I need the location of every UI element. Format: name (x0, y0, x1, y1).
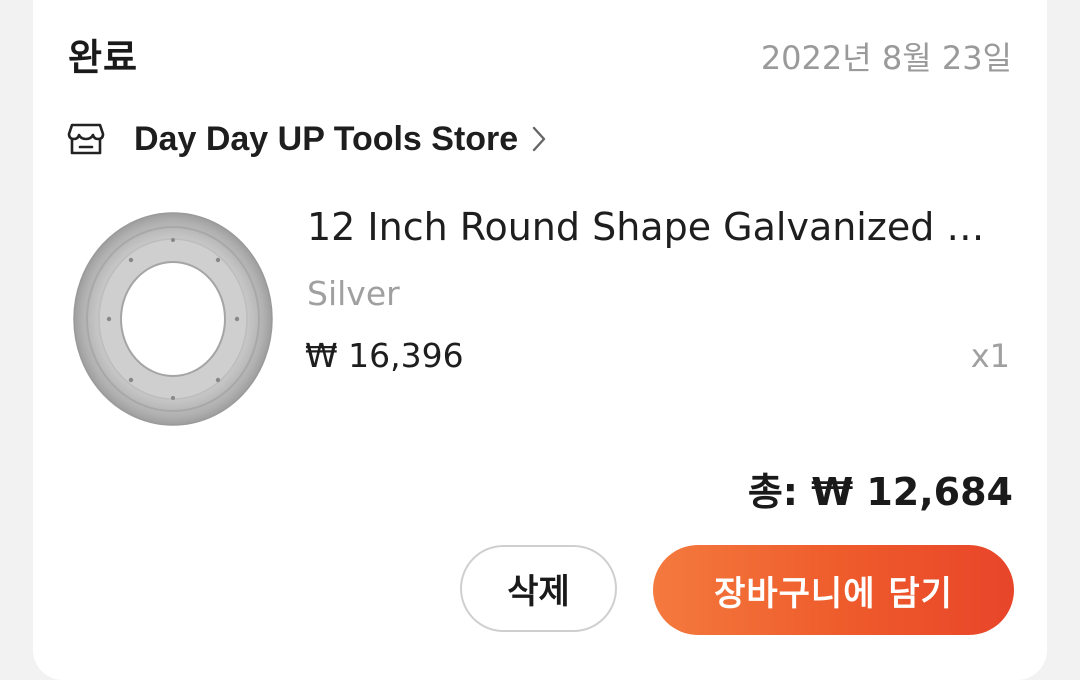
add-to-cart-button-label: 장바구니에 담기 (714, 573, 953, 614)
store-link[interactable]: Day Day UP Tools Store (66, 116, 548, 162)
store-name[interactable]: Day Day UP Tools Store (134, 120, 518, 159)
delete-button[interactable]: 삭제 (460, 545, 617, 632)
product-image[interactable] (73, 208, 273, 430)
add-to-cart-button[interactable]: 장바구니에 담기 (653, 545, 1014, 635)
store-icon (67, 123, 105, 155)
order-total: 총: ₩ 12,684 (747, 470, 1013, 514)
order-card: 완료 2022년 8월 23일 Day Day UP Tools Store 1… (33, 0, 1047, 680)
product-quantity: x1 (970, 337, 1010, 375)
chevron-right-icon (533, 126, 546, 152)
delete-button-label: 삭제 (507, 572, 570, 612)
product-variant: Silver (307, 274, 400, 313)
order-status: 완료 (68, 36, 139, 79)
product-title[interactable]: 12 Inch Round Shape Galvanized T… (307, 205, 1007, 249)
order-date: 2022년 8월 23일 (760, 39, 1012, 77)
product-price: ₩ 16,396 (305, 336, 464, 375)
